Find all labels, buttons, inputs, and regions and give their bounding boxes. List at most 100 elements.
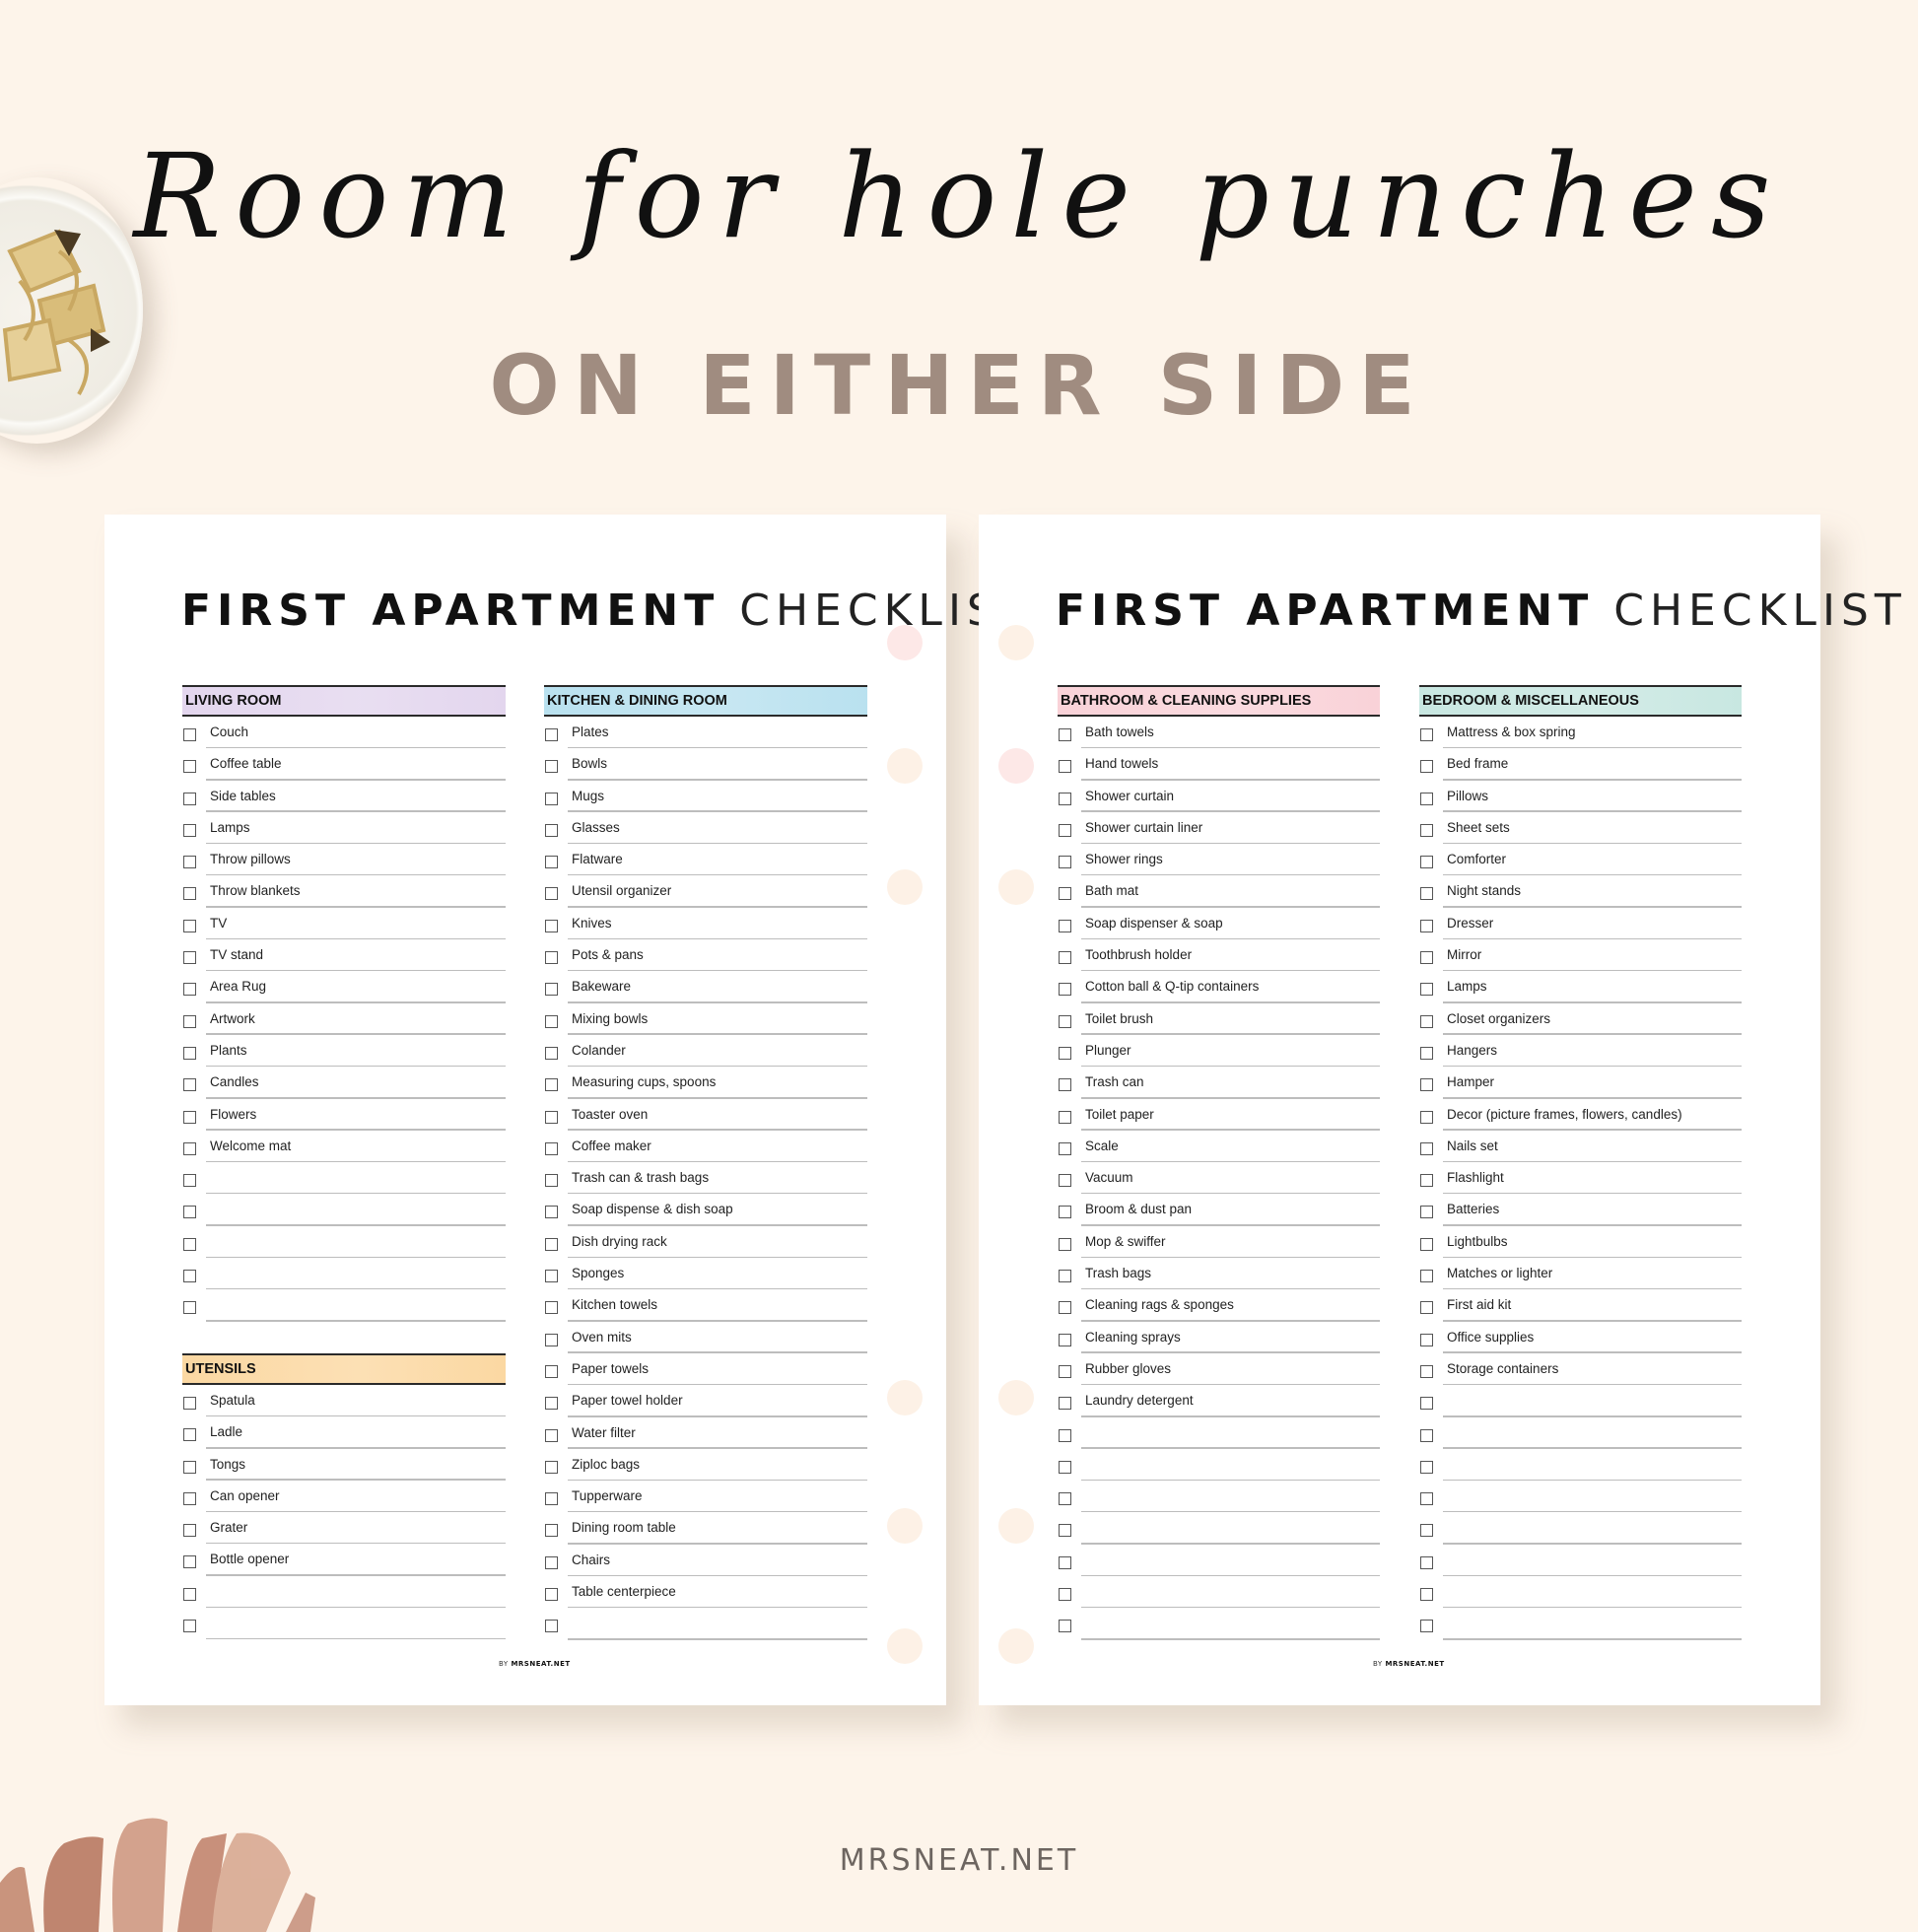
- checkbox[interactable]: [545, 983, 558, 997]
- checkbox[interactable]: [1420, 1428, 1433, 1442]
- checkbox[interactable]: [1420, 728, 1433, 741]
- checkbox[interactable]: [183, 1270, 196, 1283]
- checkbox[interactable]: [183, 856, 196, 869]
- checkbox[interactable]: [183, 1237, 196, 1251]
- checkbox[interactable]: [1059, 823, 1071, 837]
- checkbox[interactable]: [1420, 983, 1433, 997]
- checkbox[interactable]: [1059, 1397, 1071, 1411]
- checkbox[interactable]: [545, 1141, 558, 1155]
- checkbox[interactable]: [1059, 1524, 1071, 1538]
- checkbox[interactable]: [545, 1110, 558, 1124]
- checkbox[interactable]: [183, 1397, 196, 1410]
- checkbox[interactable]: [1420, 1555, 1433, 1569]
- checkbox[interactable]: [1059, 1237, 1071, 1251]
- checkbox[interactable]: [545, 856, 558, 869]
- checkbox[interactable]: [1059, 792, 1071, 805]
- checkbox[interactable]: [183, 728, 196, 741]
- checkbox[interactable]: [183, 1110, 196, 1124]
- checkbox[interactable]: [1059, 1620, 1071, 1633]
- checkbox[interactable]: [183, 887, 196, 901]
- checkbox[interactable]: [545, 1364, 558, 1378]
- checkbox[interactable]: [545, 1588, 558, 1602]
- checkbox[interactable]: [1059, 1301, 1071, 1315]
- checkbox[interactable]: [545, 760, 558, 774]
- checkbox[interactable]: [183, 823, 196, 837]
- checkbox[interactable]: [183, 1046, 196, 1060]
- checkbox[interactable]: [1420, 1237, 1433, 1251]
- checkbox[interactable]: [1420, 951, 1433, 965]
- checkbox[interactable]: [1059, 1174, 1071, 1188]
- checkbox[interactable]: [1059, 1270, 1071, 1283]
- checkbox[interactable]: [545, 1078, 558, 1092]
- checkbox[interactable]: [183, 1460, 196, 1474]
- checkbox[interactable]: [1059, 887, 1071, 901]
- checkbox[interactable]: [545, 1237, 558, 1251]
- checkbox[interactable]: [183, 1587, 196, 1601]
- checkbox[interactable]: [1420, 1460, 1433, 1474]
- checkbox[interactable]: [1059, 983, 1071, 997]
- checkbox[interactable]: [545, 1301, 558, 1315]
- checkbox[interactable]: [545, 1014, 558, 1028]
- checkbox[interactable]: [1420, 887, 1433, 901]
- checkbox[interactable]: [1059, 1333, 1071, 1346]
- checkbox[interactable]: [183, 1141, 196, 1155]
- checkbox[interactable]: [1420, 1270, 1433, 1283]
- checkbox[interactable]: [1420, 1206, 1433, 1219]
- checkbox[interactable]: [545, 1620, 558, 1633]
- checkbox[interactable]: [545, 887, 558, 901]
- checkbox[interactable]: [183, 983, 196, 997]
- checkbox[interactable]: [1059, 1364, 1071, 1378]
- checkbox[interactable]: [545, 1046, 558, 1060]
- checkbox[interactable]: [183, 1078, 196, 1092]
- checkbox[interactable]: [545, 728, 558, 741]
- checkbox[interactable]: [1420, 1014, 1433, 1028]
- checkbox[interactable]: [1059, 1588, 1071, 1602]
- checkbox[interactable]: [1420, 1110, 1433, 1124]
- checkbox[interactable]: [545, 1333, 558, 1346]
- checkbox[interactable]: [1059, 951, 1071, 965]
- checkbox[interactable]: [183, 760, 196, 774]
- checkbox[interactable]: [183, 1014, 196, 1028]
- checkbox[interactable]: [1420, 1301, 1433, 1315]
- checkbox[interactable]: [545, 1270, 558, 1283]
- checkbox[interactable]: [1420, 1078, 1433, 1092]
- checkbox[interactable]: [1420, 1524, 1433, 1538]
- checkbox[interactable]: [183, 1524, 196, 1538]
- checkbox[interactable]: [183, 1206, 196, 1219]
- checkbox[interactable]: [545, 1174, 558, 1188]
- checkbox[interactable]: [1420, 1620, 1433, 1633]
- checkbox[interactable]: [1420, 1492, 1433, 1506]
- checkbox[interactable]: [545, 792, 558, 805]
- checkbox[interactable]: [545, 1428, 558, 1442]
- checkbox[interactable]: [1420, 1588, 1433, 1602]
- checkbox[interactable]: [1420, 1141, 1433, 1155]
- checkbox[interactable]: [1059, 1110, 1071, 1124]
- checkbox[interactable]: [183, 1428, 196, 1442]
- checkbox[interactable]: [183, 919, 196, 932]
- checkbox[interactable]: [545, 919, 558, 932]
- checkbox[interactable]: [1059, 1555, 1071, 1569]
- checkbox[interactable]: [1420, 1174, 1433, 1188]
- checkbox[interactable]: [183, 1491, 196, 1505]
- checkbox[interactable]: [1420, 760, 1433, 774]
- checkbox[interactable]: [1420, 1397, 1433, 1411]
- checkbox[interactable]: [1059, 1428, 1071, 1442]
- checkbox[interactable]: [545, 1524, 558, 1538]
- checkbox[interactable]: [1059, 1014, 1071, 1028]
- checkbox[interactable]: [545, 1555, 558, 1569]
- checkbox[interactable]: [183, 1555, 196, 1569]
- checkbox[interactable]: [1059, 1078, 1071, 1092]
- checkbox[interactable]: [1059, 1492, 1071, 1506]
- checkbox[interactable]: [1420, 792, 1433, 805]
- checkbox[interactable]: [183, 1620, 196, 1633]
- checkbox[interactable]: [1420, 1046, 1433, 1060]
- checkbox[interactable]: [183, 792, 196, 805]
- checkbox[interactable]: [545, 1397, 558, 1411]
- checkbox[interactable]: [1059, 760, 1071, 774]
- checkbox[interactable]: [1059, 919, 1071, 932]
- checkbox[interactable]: [1059, 728, 1071, 741]
- checkbox[interactable]: [545, 1460, 558, 1474]
- checkbox[interactable]: [545, 951, 558, 965]
- checkbox[interactable]: [1059, 1141, 1071, 1155]
- checkbox[interactable]: [545, 823, 558, 837]
